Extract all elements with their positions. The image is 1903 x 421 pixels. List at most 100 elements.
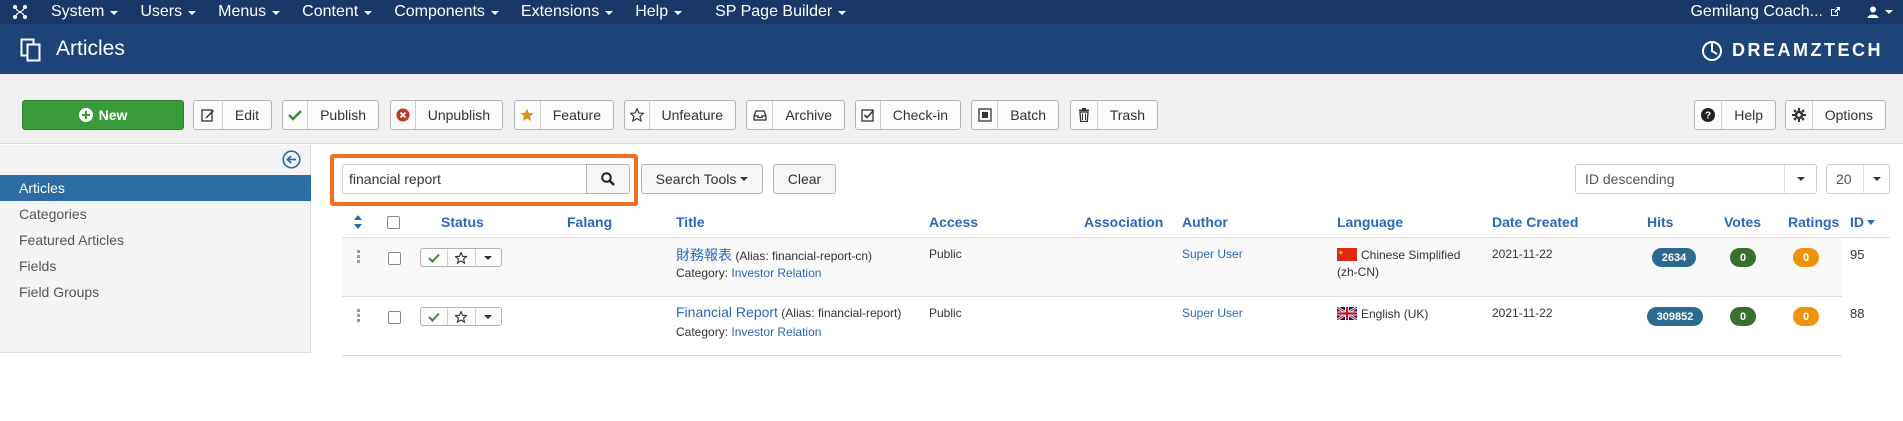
options-button[interactable]: Options xyxy=(1785,100,1886,130)
user-menu-button[interactable] xyxy=(1857,0,1903,24)
column-falang[interactable]: Falang xyxy=(567,206,612,238)
sidebar-item-articles[interactable]: Articles xyxy=(0,175,311,201)
star-empty-icon xyxy=(455,310,468,323)
drag-handle-icon[interactable] xyxy=(357,250,361,264)
feature-button[interactable]: Feature xyxy=(514,100,614,130)
sidebar-item-categories[interactable]: Categories xyxy=(0,201,311,227)
caret-down-icon xyxy=(490,11,499,15)
column-association[interactable]: Association xyxy=(1084,206,1163,238)
publish-button[interactable]: Publish xyxy=(282,100,379,130)
check-icon xyxy=(283,101,309,129)
edit-button[interactable]: Edit xyxy=(193,100,272,130)
language-code: (zh-CN) xyxy=(1337,265,1379,279)
row-checkbox[interactable] xyxy=(388,311,401,324)
ordering-sort-icon[interactable] xyxy=(354,206,362,238)
column-author[interactable]: Author xyxy=(1182,206,1228,238)
category-link[interactable]: Investor Relation xyxy=(731,266,821,280)
dropdown-arrow xyxy=(1863,165,1889,193)
column-title[interactable]: Title xyxy=(676,206,705,238)
archive-icon xyxy=(747,101,774,129)
category-link[interactable]: Investor Relation xyxy=(731,325,821,339)
new-button[interactable]: New xyxy=(22,100,184,130)
category-label: Category: xyxy=(676,325,729,339)
toolbar: New Edit Publish Unpublish Feature Unfea… xyxy=(0,74,1903,144)
check-in-button[interactable]: Check-in xyxy=(855,100,961,130)
actions-dropdown[interactable] xyxy=(476,249,501,266)
menu-extensions[interactable]: Extensions xyxy=(510,0,624,24)
author-link[interactable]: Super User xyxy=(1182,306,1243,320)
unpublish-button[interactable]: Unpublish xyxy=(390,100,503,130)
article-title-link[interactable]: Financial Report xyxy=(676,304,778,320)
menu-menus[interactable]: Menus xyxy=(207,0,291,24)
search-button[interactable] xyxy=(586,164,630,194)
trash-button[interactable]: Trash xyxy=(1070,100,1158,130)
drag-handle-icon[interactable] xyxy=(357,309,361,323)
unfeature-button[interactable]: Unfeature xyxy=(624,100,736,130)
category-label: Category: xyxy=(676,266,729,280)
checkbox-checked-icon xyxy=(856,101,881,129)
question-circle-icon: ? xyxy=(1695,101,1723,129)
table-row: 財務報表 (Alias: financial-report-cn) Catego… xyxy=(342,238,1864,297)
sidebar-item-featured-articles[interactable]: Featured Articles xyxy=(0,227,311,253)
date-created: 2021-11-22 xyxy=(1492,247,1553,261)
sidebar-item-fields[interactable]: Fields xyxy=(0,253,311,279)
column-status[interactable]: Status xyxy=(441,206,484,238)
site-link[interactable]: Gemilang Coach... xyxy=(1690,3,1857,21)
row-checkbox[interactable] xyxy=(388,252,401,265)
article-alias: (Alias: financial-report) xyxy=(781,306,902,320)
topnav-right: Gemilang Coach... xyxy=(1690,0,1903,24)
batch-button[interactable]: Batch xyxy=(971,100,1059,130)
clear-button[interactable]: Clear xyxy=(773,164,836,194)
column-access[interactable]: Access xyxy=(929,206,978,238)
menu-help[interactable]: Help xyxy=(624,0,704,24)
caret-down-icon xyxy=(188,11,197,15)
caret-down-icon xyxy=(110,11,119,15)
unpublish-icon xyxy=(391,101,416,129)
votes-badge: 0 xyxy=(1730,248,1756,267)
table-header: Status Falang Title Access Association A… xyxy=(342,206,1890,238)
featured-toggle[interactable] xyxy=(448,249,476,266)
user-icon xyxy=(1867,6,1879,18)
external-link-icon xyxy=(1831,7,1840,16)
sidebar-item-field-groups[interactable]: Field Groups xyxy=(0,279,311,305)
caret-down-icon xyxy=(272,11,281,15)
menu-sp-page-builder[interactable]: SP Page Builder xyxy=(704,0,857,24)
menu-content[interactable]: Content xyxy=(291,0,383,24)
published-toggle[interactable] xyxy=(421,308,449,325)
column-ratings[interactable]: Ratings xyxy=(1788,206,1839,238)
published-toggle[interactable] xyxy=(421,249,449,266)
menu-components[interactable]: Components xyxy=(383,0,510,24)
china-flag-icon xyxy=(1337,248,1357,261)
search-tools-button[interactable]: Search Tools xyxy=(641,164,763,194)
ordering-select[interactable]: ID descending xyxy=(1575,164,1817,194)
menu-users[interactable]: Users xyxy=(129,0,207,24)
author-link[interactable]: Super User xyxy=(1182,247,1243,261)
actions-dropdown[interactable] xyxy=(476,308,501,325)
page-header: Articles DREAMZTECH xyxy=(0,24,1903,74)
column-id[interactable]: ID xyxy=(1850,206,1875,238)
brand-logo: DREAMZTECH xyxy=(1700,37,1883,63)
article-title-link[interactable]: 財務報表 xyxy=(676,247,732,263)
caret-down-icon xyxy=(605,11,614,15)
hits-badge: 2634 xyxy=(1652,248,1696,267)
column-hits[interactable]: Hits xyxy=(1647,206,1673,238)
search-input[interactable] xyxy=(342,164,587,194)
select-all-checkbox[interactable] xyxy=(387,215,400,229)
featured-toggle[interactable] xyxy=(448,308,476,325)
check-icon xyxy=(428,312,440,322)
archive-button[interactable]: Archive xyxy=(746,100,845,130)
hits-badge: 309852 xyxy=(1647,307,1703,326)
column-date-created[interactable]: Date Created xyxy=(1492,206,1578,238)
search-icon xyxy=(601,172,615,186)
caret-down-icon xyxy=(364,11,373,15)
column-language[interactable]: Language xyxy=(1337,206,1403,238)
menu-system[interactable]: System xyxy=(40,0,129,24)
caret-down-icon xyxy=(1872,177,1881,181)
caret-down-icon xyxy=(484,314,493,319)
column-votes[interactable]: Votes xyxy=(1724,206,1761,238)
limit-select[interactable]: 20 xyxy=(1826,164,1890,194)
collapse-sidebar-icon[interactable] xyxy=(282,150,301,169)
help-button[interactable]: ? Help xyxy=(1694,100,1776,130)
joomla-logo-icon[interactable] xyxy=(0,0,40,24)
check-icon xyxy=(428,253,440,263)
